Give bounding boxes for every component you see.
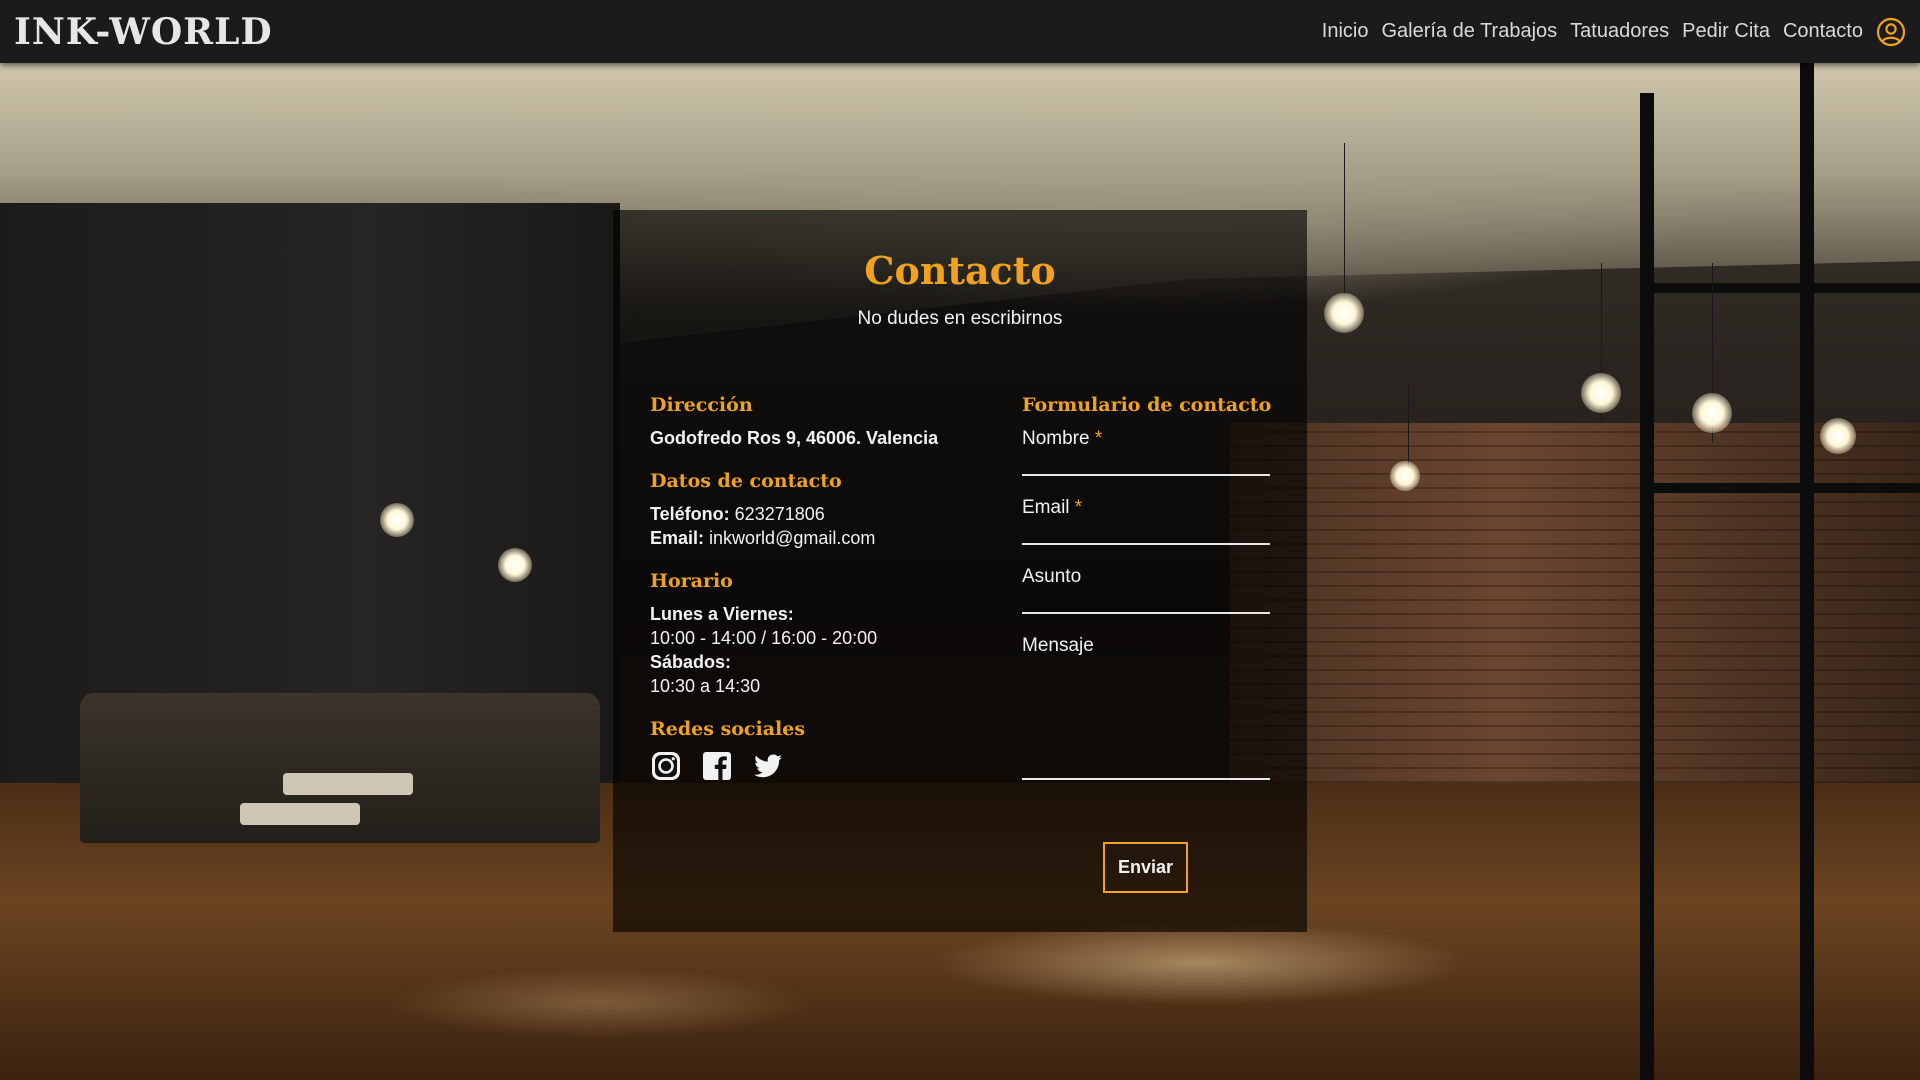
saturday-hours: 10:30 a 14:30 — [650, 676, 761, 696]
glass-frame — [1650, 483, 1920, 493]
message-field[interactable]: Mensaje — [1022, 633, 1270, 780]
twitter-icon[interactable] — [752, 750, 784, 782]
name-field[interactable]: Nombre * — [1022, 426, 1270, 476]
name-label: Nombre * — [1022, 428, 1103, 449]
light-bulb — [1692, 393, 1732, 433]
subject-field[interactable]: Asunto — [1022, 564, 1270, 614]
form-title: Formulario de contacto — [1022, 394, 1272, 416]
stool — [283, 773, 413, 795]
light-bulb — [1820, 418, 1856, 454]
required-mark: * — [1094, 428, 1103, 449]
light-bulb — [1324, 293, 1364, 333]
phone-value: 623271806 — [734, 504, 825, 524]
nav-link-inicio[interactable]: Inicio — [1322, 20, 1369, 43]
page-title: Contacto — [864, 248, 1056, 293]
address-text: Godofredo Ros 9, 46006. Valencia — [650, 428, 939, 448]
glass-frame — [1800, 63, 1814, 1080]
name-input[interactable] — [1022, 452, 1270, 474]
email-field[interactable]: Email * — [1022, 495, 1270, 545]
glass-frame — [1650, 283, 1920, 293]
facebook-icon[interactable] — [701, 750, 733, 782]
saturday-label: Sábados: — [650, 652, 732, 672]
stool — [240, 803, 360, 825]
instagram-icon[interactable] — [650, 750, 682, 782]
required-mark: * — [1074, 497, 1083, 518]
nav-link-contacto[interactable]: Contacto — [1783, 20, 1863, 43]
subject-input[interactable] — [1022, 590, 1270, 612]
top-navbar: INK-WORLD Inicio Galería de Trabajos Tat… — [0, 0, 1920, 63]
weekdays-label: Lunes a Viernes: — [650, 604, 794, 624]
email-input[interactable] — [1022, 521, 1270, 543]
weekdays-hours: 10:00 - 14:00 / 16:00 - 20:00 — [650, 628, 878, 648]
schedule-title: Horario — [650, 570, 733, 592]
email-label: Email: — [650, 528, 705, 548]
message-textarea[interactable] — [1022, 657, 1270, 775]
light-bulb — [380, 503, 414, 537]
glass-frame — [1640, 93, 1654, 1080]
nav-link-galeria[interactable]: Galería de Trabajos — [1382, 20, 1558, 43]
message-label: Mensaje — [1022, 635, 1094, 656]
light-bulb — [1390, 461, 1420, 491]
schedule-section: Horario Lunes a Viernes: 10:00 - 14:00 /… — [650, 570, 990, 698]
send-button[interactable]: Enviar — [1103, 842, 1188, 893]
user-circle-icon[interactable] — [1876, 17, 1906, 47]
address-section: Dirección Godofredo Ros 9, 46006. Valenc… — [650, 394, 990, 450]
contact-form: Formulario de contacto Nombre * Email * … — [1022, 394, 1272, 780]
contact-info-column: Dirección Godofredo Ros 9, 46006. Valenc… — [650, 394, 990, 802]
page-subtitle: No dudes en escribirnos — [857, 308, 1063, 329]
light-bulb — [1581, 373, 1621, 413]
social-links — [650, 750, 990, 782]
contact-data-title: Datos de contacto — [650, 470, 842, 492]
email-field-label: Email * — [1022, 497, 1083, 518]
address-title: Dirección — [650, 394, 753, 416]
nav-link-pedir-cita[interactable]: Pedir Cita — [1682, 20, 1770, 43]
main-nav: Inicio Galería de Trabajos Tatuadores Pe… — [1322, 17, 1906, 47]
social-title: Redes sociales — [650, 718, 806, 740]
subject-label: Asunto — [1022, 566, 1082, 587]
light-bulb — [498, 548, 532, 582]
phone-label: Teléfono: — [650, 504, 730, 524]
contact-panel: Contacto No dudes en escribirnos Direcci… — [613, 210, 1307, 932]
contact-data-section: Datos de contacto Teléfono: 623271806 Em… — [650, 470, 990, 550]
email-line: Email: inkworld@gmail.com — [650, 526, 990, 550]
nav-link-tatuadores[interactable]: Tatuadores — [1570, 20, 1669, 43]
site-logo[interactable]: INK-WORLD — [14, 11, 273, 53]
phone-line: Teléfono: 623271806 — [650, 502, 990, 526]
email-value[interactable]: inkworld@gmail.com — [709, 528, 875, 548]
social-section: Redes sociales — [650, 718, 990, 782]
